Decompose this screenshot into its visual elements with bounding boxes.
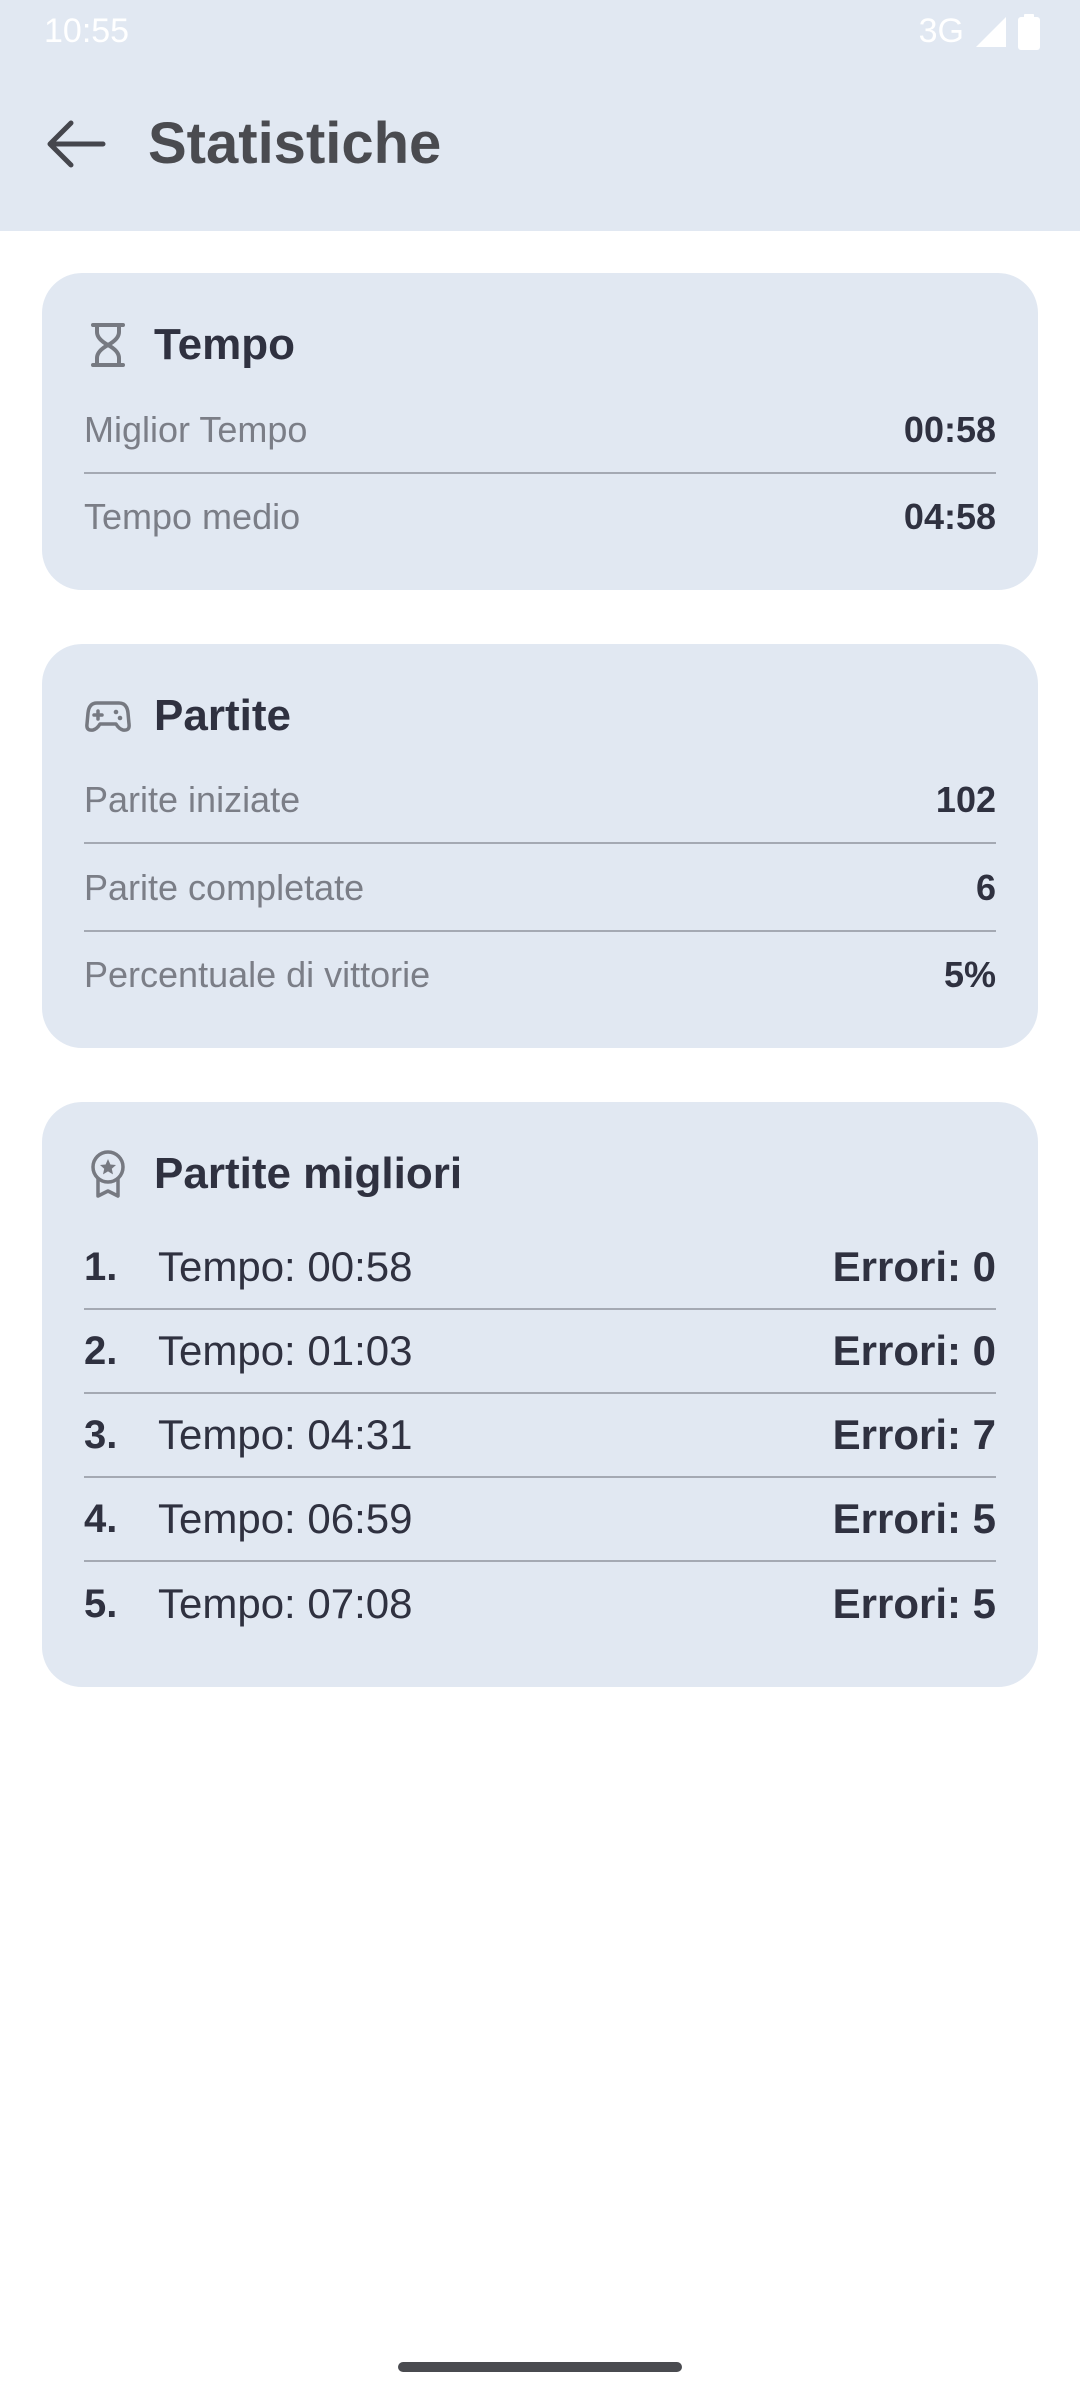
rank-time: Tempo: 00:58: [158, 1243, 413, 1290]
games-completed-row: Parite completate 6: [84, 846, 996, 932]
best-game-row: 5. Tempo: 07:08 Errori: 5: [84, 1562, 996, 1646]
best-game-row: 1. Tempo: 00:58 Errori: 0: [84, 1226, 996, 1310]
average-time-row: Tempo medio 04:58: [84, 474, 996, 560]
stat-label: Tempo medio: [84, 496, 301, 537]
rank-number: 4.: [84, 1496, 118, 1541]
rank-errors: Errori: 7: [832, 1411, 996, 1458]
card-title: Partite: [154, 691, 291, 740]
rank-number: 2.: [84, 1328, 118, 1373]
card-header: Partite migliori: [84, 1144, 462, 1204]
status-bar: 10:55 3G: [0, 0, 1080, 62]
card-header: Partite: [84, 686, 291, 746]
status-icons: 3G: [919, 12, 1040, 51]
award-icon: [84, 1150, 132, 1198]
best-game-row: 4. Tempo: 06:59 Errori: 5: [84, 1478, 996, 1562]
gamepad-icon: [84, 692, 132, 740]
stat-label: Parite completate: [84, 867, 365, 908]
battery-icon: [1018, 13, 1040, 50]
rank-errors: Errori: 0: [832, 1243, 996, 1290]
win-percentage-row: Percentuale di vittorie 5%: [84, 932, 996, 1018]
stat-value: 6: [975, 867, 996, 908]
hourglass-icon: [84, 321, 132, 369]
rank-errors: Errori: 0: [832, 1327, 996, 1374]
stat-value: 04:58: [903, 496, 996, 537]
arrow-left-icon: [45, 119, 107, 174]
rank-number: 3.: [84, 1412, 118, 1457]
stat-value: 00:58: [903, 409, 996, 450]
best-game-row: 3. Tempo: 04:31 Errori: 7: [84, 1394, 996, 1478]
rank-number: 5.: [84, 1581, 118, 1626]
best-time-row: Miglior Tempo 00:58: [84, 388, 996, 474]
games-started-row: Parite iniziate 102: [84, 758, 996, 844]
signal-icon: [974, 15, 1008, 49]
rank-time: Tempo: 06:59: [158, 1495, 413, 1542]
page-title: Statistiche: [148, 111, 442, 176]
network-type: 3G: [918, 12, 964, 50]
stat-label: Miglior Tempo: [84, 409, 308, 450]
toolbar: Statistiche: [0, 100, 1080, 192]
rank-time: Tempo: 04:31: [158, 1411, 413, 1458]
stat-label: Percentuale di vittorie: [84, 954, 431, 995]
rank-errors: Errori: 5: [832, 1580, 996, 1627]
status-time: 10:55: [44, 12, 130, 50]
best-game-row: 2. Tempo: 01:03 Errori: 0: [84, 1310, 996, 1394]
card-title: Tempo: [154, 320, 295, 369]
home-indicator[interactable]: [398, 2362, 682, 2372]
stat-label: Parite iniziate: [84, 779, 301, 820]
rank-time: Tempo: 07:08: [158, 1580, 413, 1627]
back-button[interactable]: [36, 114, 116, 178]
stat-value: 5%: [943, 954, 996, 995]
rank-time: Tempo: 01:03: [158, 1327, 413, 1374]
stat-value: 102: [935, 779, 996, 820]
card-header: Tempo: [84, 315, 295, 375]
card-title: Partite migliori: [154, 1149, 463, 1198]
rank-errors: Errori: 5: [832, 1495, 996, 1542]
app-header: 10:55 3G Statistiche: [0, 0, 1080, 231]
rank-number: 1.: [84, 1244, 118, 1289]
